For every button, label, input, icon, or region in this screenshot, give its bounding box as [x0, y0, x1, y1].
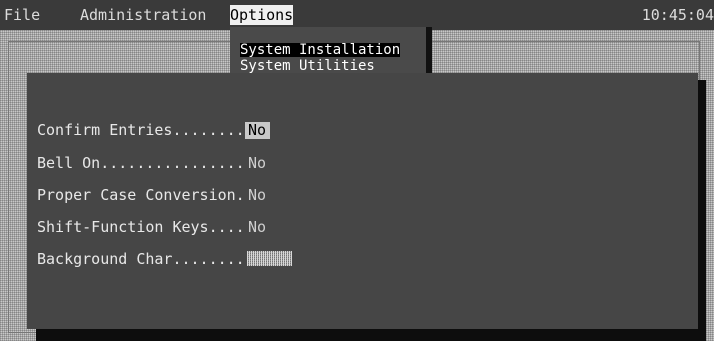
menu-options[interactable]: Options — [230, 5, 294, 25]
menu-bar: File Administration Options 10:45:04 — [0, 0, 714, 30]
clock: 10:45:04 — [641, 6, 714, 24]
shift-function-keys-label: Shift-Function Keys.... — [37, 218, 245, 236]
background-char-swatch[interactable] — [247, 251, 292, 266]
proper-case-conversion-label: Proper Case Conversion. — [37, 186, 245, 204]
bell-on-label: Bell On................ — [37, 154, 245, 172]
menu-item-system-installation[interactable]: System Installation — [240, 43, 401, 57]
shift-function-keys-value[interactable]: No — [248, 217, 266, 237]
menu-administration[interactable]: Administration — [80, 5, 206, 25]
background-char-label: Background Char........ — [37, 250, 245, 268]
dos-screen: File Administration Options 10:45:04 Sys… — [0, 0, 714, 341]
menu-item-system-utilities[interactable]: System Utilities — [240, 59, 375, 73]
options-dropdown-menu: System Installation System Utilities — [230, 27, 432, 75]
bell-on-value[interactable]: No — [248, 153, 266, 173]
menu-file[interactable]: File — [4, 5, 40, 25]
confirm-entries-value[interactable]: No — [245, 122, 271, 139]
confirm-entries-label: Confirm Entries........ — [37, 121, 245, 139]
proper-case-conversion-value[interactable]: No — [248, 185, 266, 205]
